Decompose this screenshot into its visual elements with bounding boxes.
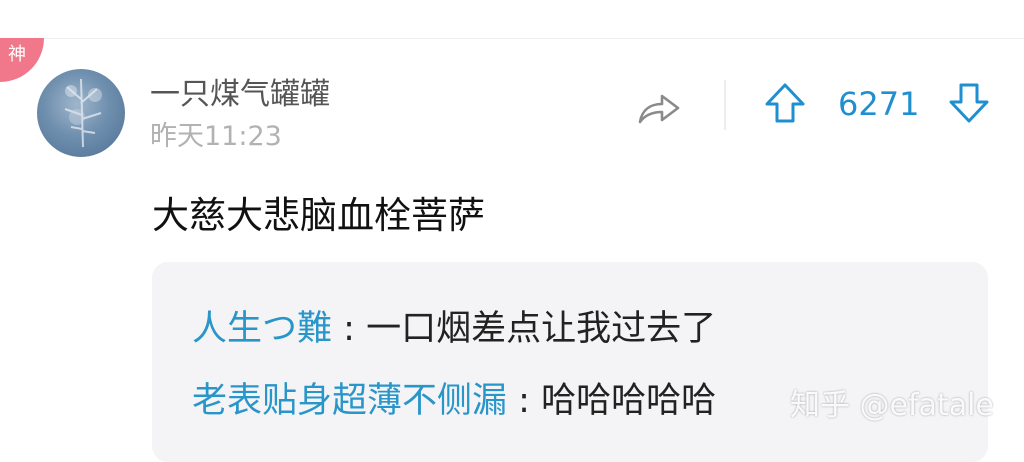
arrow-down-icon [949,83,989,123]
reply-separator: : [343,309,355,349]
watermark: 知乎 @efatale [790,388,994,423]
comment-text: 大慈大悲脑血栓菩萨 [152,194,485,237]
reply-message: 哈哈哈哈哈 [541,381,717,421]
vote-count: 6271 [838,85,920,123]
god-comment-badge-label: 神 [8,44,26,65]
share-arrow-icon [638,94,680,124]
avatar-image [64,78,102,148]
action-divider [724,80,726,130]
upvote-button[interactable] [762,80,808,126]
replies-box[interactable]: 人生つ難 : 一口烟差点让我过去了 老表贴身超薄不侧漏 : 哈哈哈哈哈 [152,262,988,462]
reply-item[interactable]: 人生つ難 : 一口烟差点让我过去了 [192,306,716,352]
reply-author[interactable]: 人生つ難 [192,309,332,349]
username[interactable]: 一只煤气罐罐 [150,76,330,114]
share-button[interactable] [634,88,684,128]
downvote-button[interactable] [946,80,992,126]
reply-message: 一口烟差点让我过去了 [366,309,717,349]
reply-item[interactable]: 老表贴身超薄不侧漏 : 哈哈哈哈哈 [192,378,716,424]
arrow-up-icon [765,83,805,123]
comment-timestamp: 昨天11:23 [150,121,282,152]
reply-separator: : [518,381,530,421]
avatar[interactable] [37,69,125,157]
top-divider [0,38,1024,39]
reply-author[interactable]: 老表贴身超薄不侧漏 [192,381,507,421]
